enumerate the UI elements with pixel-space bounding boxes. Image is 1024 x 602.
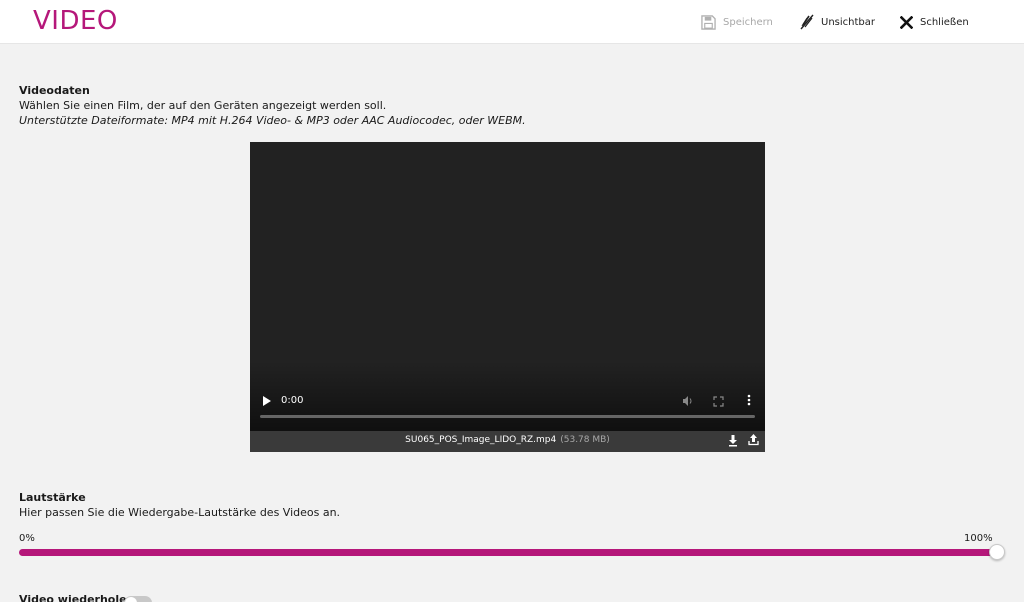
volume-max-label: 100% [964, 533, 993, 544]
download-icon[interactable] [728, 434, 738, 452]
close-icon [900, 15, 913, 29]
volume-slider-track[interactable] [19, 549, 997, 556]
volume-min-label: 0% [19, 533, 35, 544]
video-section-description: Wählen Sie einen Film, der auf den Gerät… [19, 99, 387, 112]
repeat-video-toggle[interactable] [124, 596, 152, 602]
invisible-button[interactable]: Unsichtbar [800, 13, 875, 31]
close-button-label: Schließen [920, 16, 969, 28]
file-info-bar: SU065_POS_Image_LIDO_RZ.mp4 (53.78 MB) [250, 431, 765, 452]
video-player[interactable]: 0:00 [250, 142, 765, 431]
top-bar: VIDEO Speichern Unsichtbar Schließen [0, 0, 1024, 44]
repeat-video-label: Video wiederholen [19, 593, 135, 602]
video-data-section: Videodaten Wählen Sie einen Film, der au… [19, 84, 526, 127]
eye-slash-icon [800, 14, 814, 30]
upload-icon[interactable] [748, 433, 759, 451]
floppy-disk-icon [701, 14, 716, 30]
volume-section-title: Lautstärke [19, 491, 86, 504]
video-formats-note: Unterstützte Dateiformate: MP4 mit H.264… [19, 114, 526, 127]
page-title: VIDEO [33, 6, 118, 36]
more-vertical-icon[interactable] [747, 393, 751, 411]
save-button-label: Speichern [723, 16, 773, 28]
current-time: 0:00 [281, 395, 304, 406]
volume-icon[interactable] [682, 394, 694, 412]
file-size: (53.78 MB) [560, 435, 610, 445]
play-icon[interactable] [262, 394, 272, 412]
file-info: SU065_POS_Image_LIDO_RZ.mp4 (53.78 MB) [250, 435, 765, 445]
save-button[interactable]: Speichern [701, 13, 773, 31]
close-button[interactable]: Schließen [900, 13, 969, 31]
volume-section-description: Hier passen Sie die Wiedergabe-Lautstärk… [19, 506, 341, 519]
toggle-knob [125, 597, 137, 602]
invisible-button-label: Unsichtbar [821, 16, 875, 28]
fullscreen-icon[interactable] [713, 394, 724, 412]
volume-section: Lautstärke Hier passen Sie die Wiedergab… [19, 491, 340, 519]
video-progress-bar[interactable] [260, 415, 755, 418]
volume-slider-thumb[interactable] [989, 544, 1005, 560]
video-section-title: Videodaten [19, 84, 90, 97]
file-name: SU065_POS_Image_LIDO_RZ.mp4 [405, 435, 557, 445]
